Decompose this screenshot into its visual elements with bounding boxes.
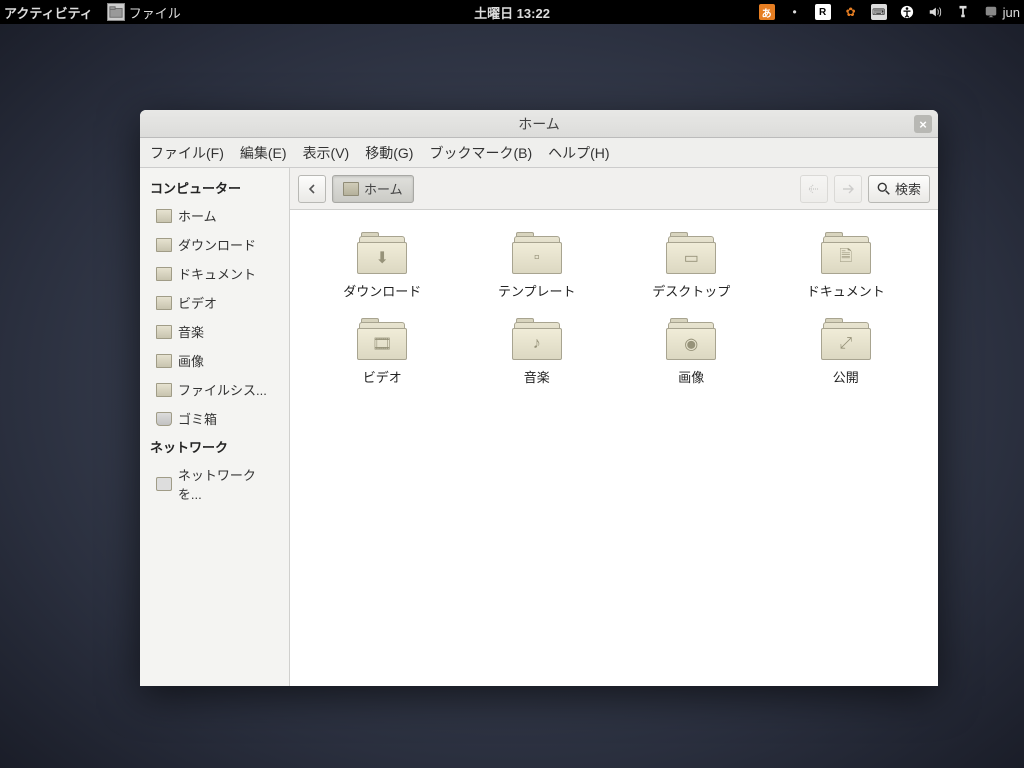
folder-label: デスクトップ <box>652 281 730 300</box>
sidebar-item-label: 画像 <box>178 351 204 370</box>
folder-icon-grid: ⬇ ダウンロード ▫ テンプレート ▭ デスクトップ 🗎 ドキュメント 🎞 <box>290 210 938 686</box>
sidebar-item-trash[interactable]: ゴミ箱 <box>140 404 289 433</box>
nav-history-back-button <box>800 175 828 203</box>
sidebar-item-downloads[interactable]: ダウンロード <box>140 230 289 259</box>
sidebar-item-documents[interactable]: ドキュメント <box>140 259 289 288</box>
folder-music[interactable]: ♪ 音楽 <box>465 320 610 386</box>
menubar: ファイル(F) 編集(E) 表示(V) 移動(G) ブックマーク(B) ヘルプ(… <box>140 138 938 168</box>
pathbar: ホーム <box>332 175 414 203</box>
downloads-folder-icon <box>156 238 172 252</box>
folder-templates[interactable]: ▫ テンプレート <box>465 234 610 300</box>
settings-gear-icon[interactable]: ✿ <box>843 4 859 20</box>
documents-folder-icon: 🗎 <box>819 234 873 276</box>
path-button-home[interactable]: ホーム <box>332 175 414 203</box>
music-folder-icon: ♪ <box>510 320 564 362</box>
folder-label: ダウンロード <box>343 281 421 300</box>
sidebar-item-label: ドキュメント <box>178 264 256 283</box>
public-folder-icon: ⤢ <box>819 320 873 362</box>
sidebar-item-label: ゴミ箱 <box>178 409 217 428</box>
user-menu[interactable]: jun <box>983 4 1020 20</box>
pictures-folder-icon <box>156 354 172 368</box>
input-method-icon[interactable]: あ <box>759 4 775 20</box>
sidebar-item-music[interactable]: 音楽 <box>140 317 289 346</box>
sidebar-item-home[interactable]: ホーム <box>140 201 289 230</box>
menu-go[interactable]: 移動(G) <box>365 143 413 163</box>
search-button[interactable]: 検索 <box>868 175 930 203</box>
home-path-icon <box>343 182 359 196</box>
window-titlebar[interactable]: ホーム × <box>140 110 938 138</box>
network-browse-icon <box>156 477 172 491</box>
nav-back-button[interactable] <box>298 175 326 203</box>
keyboard-indicator-icon[interactable]: ⌨ <box>871 4 887 20</box>
sidebar-item-label: ネットワークを... <box>178 465 279 503</box>
search-icon <box>877 182 891 196</box>
folder-public[interactable]: ⤢ 公開 <box>774 320 919 386</box>
window-title: ホーム <box>518 114 560 134</box>
sidebar-item-filesystem[interactable]: ファイルシス... <box>140 375 289 404</box>
folder-downloads[interactable]: ⬇ ダウンロード <box>310 234 455 300</box>
videos-folder-icon <box>156 296 172 310</box>
desktop-folder-icon: ▭ <box>664 234 718 276</box>
sidebar-item-label: ビデオ <box>178 293 217 312</box>
toolbar: ホーム 検索 <box>290 168 938 210</box>
path-label: ホーム <box>364 179 403 198</box>
folder-label: ドキュメント <box>807 281 885 300</box>
sidebar-item-pictures[interactable]: 画像 <box>140 346 289 375</box>
menu-bookmarks[interactable]: ブックマーク(B) <box>429 143 532 163</box>
folder-label: ビデオ <box>363 367 402 386</box>
window-close-button[interactable]: × <box>914 115 932 133</box>
documents-folder-icon <box>156 267 172 281</box>
tray-dot-icon[interactable]: • <box>787 4 803 20</box>
menu-help[interactable]: ヘルプ(H) <box>548 143 609 163</box>
templates-folder-icon: ▫ <box>510 234 564 276</box>
menu-edit[interactable]: 編集(E) <box>240 143 287 163</box>
nav-history-forward-button <box>834 175 862 203</box>
videos-folder-icon: 🎞 <box>355 320 409 362</box>
desktop-topbar: アクティビティ ファイル 土曜日 13:22 あ • R ✿ ⌨ jun <box>0 0 1024 24</box>
volume-icon[interactable] <box>927 4 943 20</box>
user-name: jun <box>1003 5 1020 20</box>
network-icon[interactable] <box>955 4 971 20</box>
sidebar-item-label: ダウンロード <box>178 235 256 254</box>
sidebar-item-browse-network[interactable]: ネットワークを... <box>140 460 289 508</box>
sidebar-section-network: ネットワーク <box>140 433 289 460</box>
sidebar-item-videos[interactable]: ビデオ <box>140 288 289 317</box>
sidebar-item-label: ファイルシス... <box>178 380 267 399</box>
folder-desktop[interactable]: ▭ デスクトップ <box>619 234 764 300</box>
menu-view[interactable]: 表示(V) <box>303 143 350 163</box>
activities-button[interactable]: アクティビティ <box>4 3 93 22</box>
files-app-icon <box>107 3 125 21</box>
current-app-menu[interactable]: ファイル <box>107 3 181 22</box>
folder-label: 音楽 <box>524 367 550 386</box>
home-folder-icon <box>156 209 172 223</box>
folder-label: テンプレート <box>498 281 576 300</box>
current-app-label: ファイル <box>129 3 181 22</box>
accessibility-icon[interactable] <box>899 4 915 20</box>
trash-icon <box>156 412 172 426</box>
user-status-icon <box>983 4 999 20</box>
search-label: 検索 <box>895 179 921 198</box>
sidebar-section-computer: コンピューター <box>140 174 289 201</box>
sidebar-item-label: 音楽 <box>178 322 204 341</box>
folder-documents[interactable]: 🗎 ドキュメント <box>774 234 919 300</box>
folder-pictures[interactable]: ◉ 画像 <box>619 320 764 386</box>
file-manager-window: ホーム × ファイル(F) 編集(E) 表示(V) 移動(G) ブックマーク(B… <box>140 110 938 686</box>
folder-videos[interactable]: 🎞 ビデオ <box>310 320 455 386</box>
folder-label: 画像 <box>678 367 704 386</box>
folder-label: 公開 <box>833 367 859 386</box>
tray-r-icon[interactable]: R <box>815 4 831 20</box>
sidebar: コンピューター ホーム ダウンロード ドキュメント ビデオ 音楽 画像 ファイル… <box>140 168 290 686</box>
filesystem-icon <box>156 383 172 397</box>
downloads-folder-icon: ⬇ <box>355 234 409 276</box>
menu-file[interactable]: ファイル(F) <box>150 143 224 163</box>
music-folder-icon <box>156 325 172 339</box>
pictures-folder-icon: ◉ <box>664 320 718 362</box>
sidebar-item-label: ホーム <box>178 206 217 225</box>
clock[interactable]: 土曜日 13:22 <box>474 3 550 22</box>
